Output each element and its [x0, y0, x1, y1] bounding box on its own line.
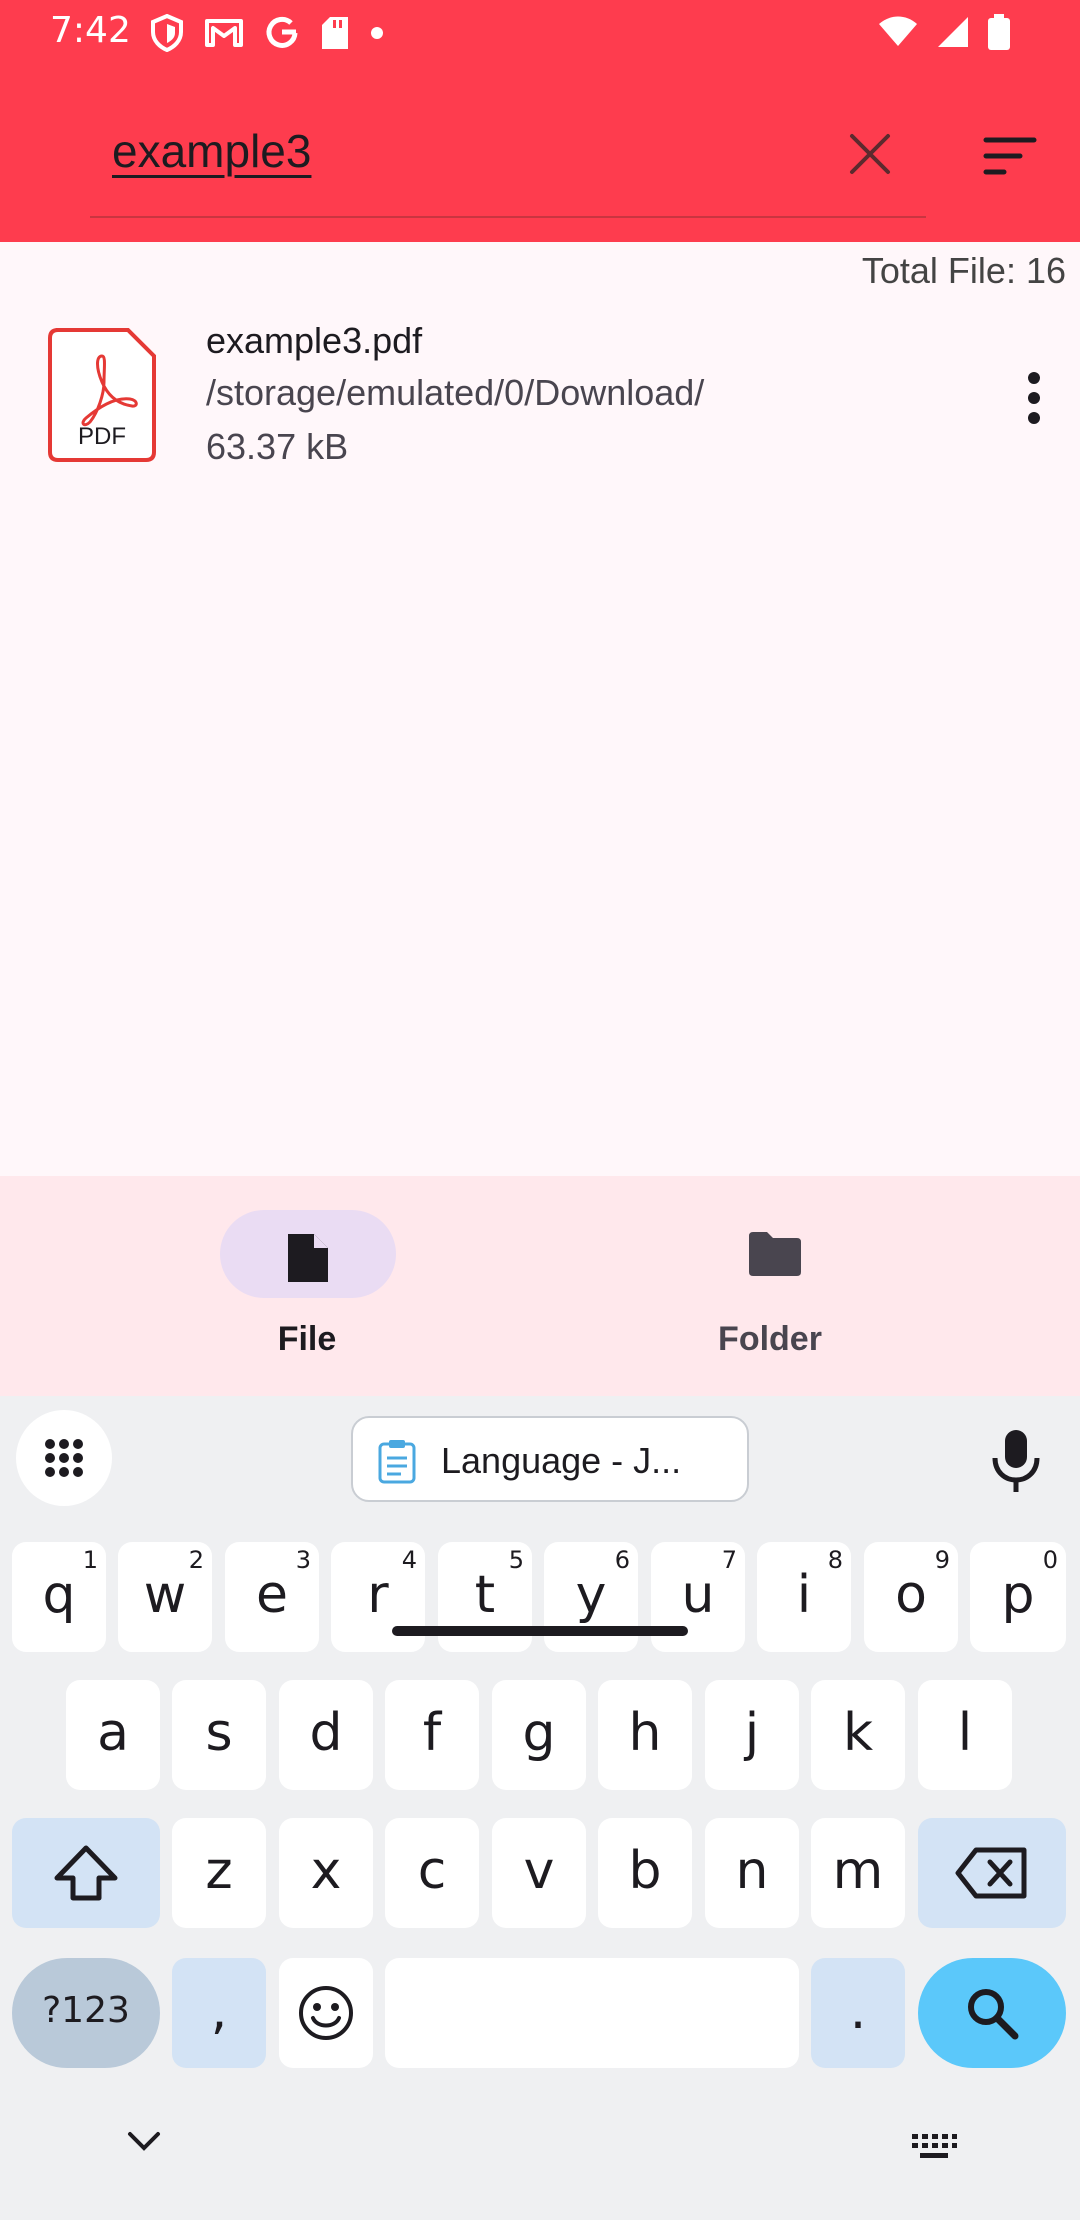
- search-bar: example3: [0, 100, 1080, 220]
- file-name: example3.pdf: [206, 320, 423, 361]
- file-path: /storage/emulated/0/Download/: [206, 372, 705, 413]
- key-i[interactable]: i8: [757, 1542, 851, 1652]
- nav-indicator: [683, 1210, 859, 1298]
- backspace-key[interactable]: [918, 1818, 1066, 1928]
- bottom-navigation: File Folder: [0, 1176, 1080, 1396]
- key-c[interactable]: c: [385, 1818, 479, 1928]
- nav-label-folder: Folder: [718, 1320, 822, 1358]
- key-v[interactable]: v: [492, 1818, 586, 1928]
- space-key[interactable]: [385, 1958, 799, 2068]
- key-b[interactable]: b: [598, 1818, 692, 1928]
- keyboard-toolbar: Language - J...: [0, 1396, 1080, 1526]
- nav-indicator: [220, 1210, 396, 1298]
- search-icon: [968, 1989, 1019, 2040]
- search-key[interactable]: [918, 1958, 1066, 2068]
- pdf-icon-label: PDF: [78, 423, 126, 450]
- key-n[interactable]: n: [705, 1818, 799, 1928]
- gesture-home-bar[interactable]: [392, 1626, 688, 1636]
- key-m[interactable]: m: [811, 1818, 905, 1928]
- key-w[interactable]: w2: [118, 1542, 212, 1652]
- key-k[interactable]: k: [811, 1680, 905, 1790]
- key-x[interactable]: x: [279, 1818, 373, 1928]
- nav-item-folder[interactable]: Folder: [620, 1210, 920, 1380]
- key-a[interactable]: a: [66, 1680, 160, 1790]
- search-input[interactable]: example3: [112, 124, 311, 178]
- close-icon[interactable]: [840, 124, 900, 184]
- key-e[interactable]: e3: [225, 1542, 319, 1652]
- list-item[interactable]: PDF example3.pdf /storage/emulated/0/Dow…: [0, 312, 1080, 472]
- symbols-key[interactable]: ?123: [12, 1958, 160, 2068]
- pdf-file-icon: PDF: [48, 328, 156, 462]
- clipboard-chip-label: Language - J...: [441, 1440, 682, 1481]
- key-s[interactable]: s: [172, 1680, 266, 1790]
- key-j[interactable]: j: [705, 1680, 799, 1790]
- emoji-icon: [299, 1986, 353, 2040]
- key-z[interactable]: z: [172, 1818, 266, 1928]
- on-screen-keyboard: Language - J... q1 w2 e3 r4 t5 y6 u7 i8 …: [0, 1396, 1080, 2220]
- top-app-bar: 7:42 example3: [0, 0, 1080, 242]
- file-icon: [288, 1234, 328, 1282]
- keyboard-bottom-bar: [0, 2086, 1080, 2220]
- file-size: 63.37 kB: [206, 426, 349, 467]
- key-l[interactable]: l: [918, 1680, 1012, 1790]
- comma-key[interactable]: ,: [172, 1958, 266, 2068]
- shift-key[interactable]: [12, 1818, 160, 1928]
- nav-label-file: File: [277, 1320, 337, 1358]
- status-time: 7:42: [50, 10, 131, 51]
- key-d[interactable]: d: [279, 1680, 373, 1790]
- chevron-down-icon[interactable]: [126, 2130, 162, 2154]
- wifi-icon: [879, 16, 917, 46]
- battery-icon: [988, 14, 1010, 50]
- key-o[interactable]: o9: [864, 1542, 958, 1652]
- status-system-icons: [878, 14, 1010, 50]
- gmail-icon: [205, 19, 243, 47]
- key-h[interactable]: h: [598, 1680, 692, 1790]
- status-bar: 7:42: [0, 0, 1080, 66]
- shield-icon: [151, 14, 183, 52]
- shift-icon: [54, 1845, 118, 1901]
- key-q[interactable]: q1: [12, 1542, 106, 1652]
- apps-grid-icon: [45, 1439, 83, 1477]
- more-vert-icon[interactable]: [1010, 368, 1058, 428]
- microphone-icon[interactable]: [986, 1426, 1046, 1496]
- clipboard-icon: [378, 1440, 416, 1484]
- sd-card-icon: [322, 17, 348, 49]
- keyboard-menu-button[interactable]: [16, 1410, 112, 1506]
- signal-icon: [938, 17, 968, 47]
- dot-icon: [371, 27, 383, 39]
- status-notification-icons: [150, 14, 384, 52]
- folder-icon: [749, 1232, 801, 1276]
- key-p[interactable]: p0: [970, 1542, 1066, 1652]
- search-underline: [90, 216, 926, 218]
- key-f[interactable]: f: [385, 1680, 479, 1790]
- google-icon: [266, 16, 298, 48]
- backspace-icon: [955, 1847, 1027, 1899]
- sort-icon[interactable]: [980, 126, 1040, 186]
- clipboard-suggestion-chip[interactable]: Language - J...: [351, 1416, 749, 1502]
- keyboard-switch-icon[interactable]: [910, 2132, 958, 2160]
- total-file-count: Total File: 16: [861, 250, 1066, 291]
- emoji-key[interactable]: [279, 1958, 373, 2068]
- nav-item-file[interactable]: File: [157, 1210, 457, 1380]
- period-key[interactable]: .: [811, 1958, 905, 2068]
- key-g[interactable]: g: [492, 1680, 586, 1790]
